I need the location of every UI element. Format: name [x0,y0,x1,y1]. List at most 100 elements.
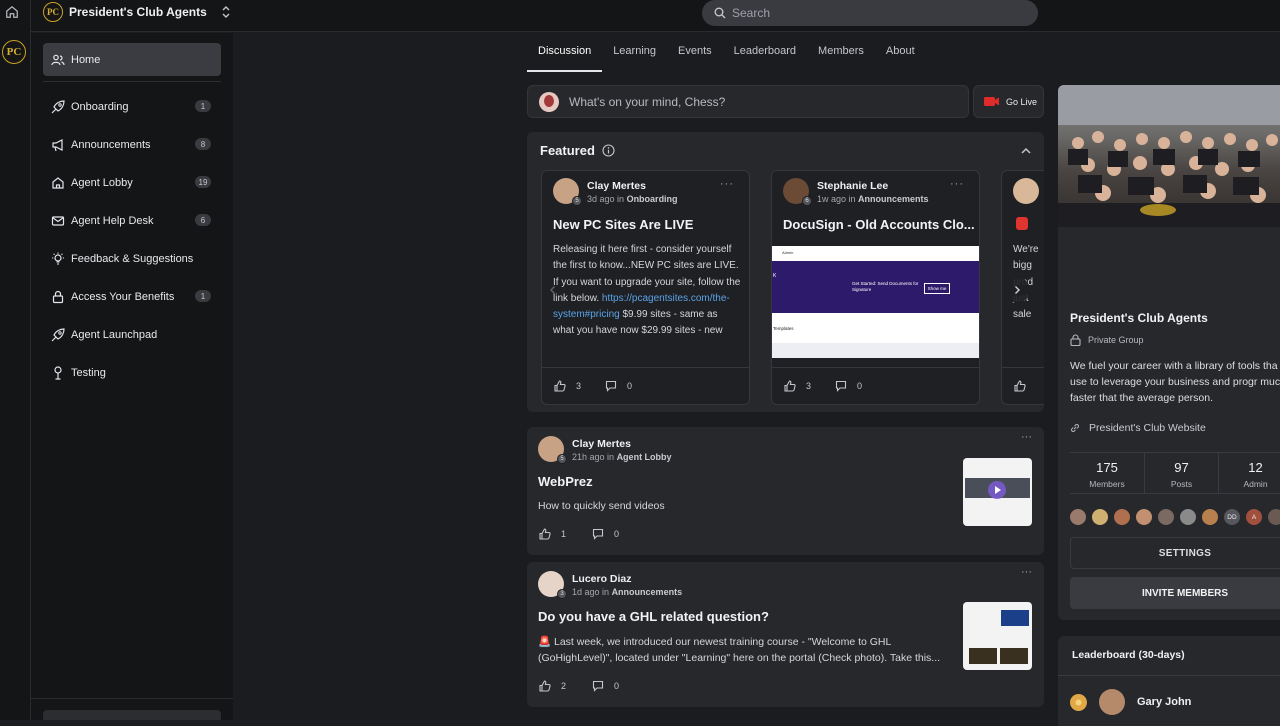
avatar[interactable] [1202,509,1218,525]
tab-learning[interactable]: Learning [602,40,667,72]
avatar[interactable] [1136,509,1152,525]
comment-icon[interactable] [835,380,847,392]
thumbs-up-icon[interactable] [554,380,566,392]
thumbs-up-icon[interactable] [784,380,796,392]
avatar[interactable]: 5 [553,178,582,206]
tab-events[interactable]: Events [667,40,723,72]
comment-icon[interactable] [592,528,604,540]
avatar [539,91,559,112]
post-actions: 3 0 [772,367,979,404]
composer-placeholder: What's on your mind, Chess? [569,94,726,109]
avatar[interactable]: DD [1224,509,1240,525]
more-options-icon[interactable]: ··· [1021,566,1032,578]
avatar[interactable] [1070,509,1086,525]
post-thumbnail[interactable] [963,602,1032,670]
community-logo[interactable]: PC [2,40,26,64]
author-name[interactable]: Clay Mertes [572,438,672,450]
chevron-right-icon [1015,286,1020,294]
comment-icon[interactable] [605,380,617,392]
post-title[interactable]: WebPrez [538,474,593,489]
leaderboard-title[interactable]: Leaderboard (30-days) [1072,649,1185,661]
sidebar-item-agent-help-desk[interactable]: Agent Help Desk 6 [43,204,221,237]
avatar[interactable] [1013,178,1039,204]
post-title[interactable]: Do you have a GHL related question? [538,609,769,624]
featured-card[interactable]: 5 Clay Mertes 3d ago in Onboarding ··· N… [541,170,750,405]
post-image[interactable]: Admin K Get Started: Send Documents for … [772,246,979,358]
sidebar-item-home[interactable]: Home [43,43,221,76]
post-title[interactable]: DocuSign - Old Accounts Clo... [783,217,975,232]
go-live-button[interactable]: Go Live [973,85,1044,118]
sidebar-item-agent-launchpad[interactable]: Agent Launchpad [43,318,221,351]
post-space[interactable]: Announcements [612,587,683,597]
more-options-icon[interactable]: ··· [720,178,734,190]
thumbs-up-icon[interactable] [539,680,551,692]
feed-post[interactable]: 3 Lucero Diaz 1d ago in Announcements ··… [527,562,1044,707]
stat-posts[interactable]: 97 Posts [1144,453,1218,493]
more-options-icon[interactable]: ··· [950,178,964,190]
post-composer[interactable]: What's on your mind, Chess? [527,85,969,118]
group-description: We fuel your career with a library of to… [1070,360,1280,404]
group-website-link[interactable]: President's Club Website [1070,422,1206,434]
image-row [772,343,979,358]
avatar[interactable] [1158,509,1174,525]
carousel-next-button[interactable] [1004,277,1030,303]
leader-name[interactable]: Gary John [1137,696,1191,708]
info-icon[interactable] [602,144,615,157]
more-options-icon[interactable]: ··· [1021,431,1032,443]
thumbs-up-icon[interactable] [539,528,551,540]
unread-badge: 1 [195,290,211,302]
post-meta: 1w ago in Announcements [817,194,929,204]
author-name[interactable]: Lucero Diaz [572,573,682,585]
tab-discussion[interactable]: Discussion [527,40,603,72]
sidebar-item-label: Testing [71,366,106,379]
tab-members[interactable]: Members [807,40,875,72]
search-bar[interactable] [702,0,1038,26]
search-input[interactable] [732,6,1012,20]
feed-post[interactable]: 5 Clay Mertes 21h ago in Agent Lobby ···… [527,427,1044,555]
search-icon [714,7,726,19]
stat-admin[interactable]: 12 Admin [1218,453,1280,493]
author-name[interactable]: Stephanie Lee [817,180,929,192]
avatar[interactable] [1092,509,1108,525]
sidebar-item-announcements[interactable]: Announcements 8 [43,128,221,161]
post-space[interactable]: Agent Lobby [617,452,672,462]
avatar[interactable] [1099,689,1125,715]
post-author: 5 Clay Mertes 21h ago in Agent Lobby [538,436,672,464]
invite-members-button[interactable]: INVITE MEMBERS [1070,577,1280,609]
sidebar-item-feedback[interactable]: Feedback & Suggestions [43,242,221,275]
sidebar-item-onboarding[interactable]: Onboarding 1 [43,90,221,123]
leaderboard-row[interactable]: Gary John [1070,689,1191,715]
sidebar-footer-button[interactable] [43,710,221,720]
avatar[interactable]: 5 [538,436,567,464]
avatar[interactable] [1114,509,1130,525]
thumbs-up-icon[interactable] [1014,380,1026,392]
post-title[interactable]: New PC Sites Are LIVE [553,217,693,232]
avatar[interactable]: A [1246,509,1262,525]
settings-button[interactable]: SETTINGS [1070,537,1280,569]
avatar[interactable] [1268,509,1280,525]
image-button: Show me [924,283,950,294]
tab-about[interactable]: About [875,40,926,72]
sidebar-item-access-benefits[interactable]: Access Your Benefits 1 [43,280,221,313]
website-label[interactable]: President's Club Website [1089,422,1206,434]
featured-card[interactable]: 6 Stephanie Lee 1w ago in Announcements … [771,170,980,405]
top-bar: PC President's Club Agents [31,0,1280,32]
comment-icon[interactable] [592,680,604,692]
video-thumbnail[interactable] [963,458,1032,526]
sidebar-item-testing[interactable]: Testing [43,356,221,389]
sidebar-item-agent-lobby[interactable]: Agent Lobby 19 [43,166,221,199]
stat-label: Members [1089,479,1125,489]
post-space[interactable]: Onboarding [627,194,678,204]
post-actions [1002,367,1044,404]
tab-leaderboard[interactable]: Leaderboard [723,40,807,72]
avatar[interactable]: 3 [538,571,567,599]
avatar[interactable] [1180,509,1196,525]
post-space[interactable]: Announcements [858,194,929,204]
community-switcher[interactable]: PC President's Club Agents [43,2,231,22]
author-name[interactable]: Clay Mertes [587,180,678,192]
collapse-chevron-icon[interactable] [1020,145,1032,157]
home-icon[interactable] [5,5,19,19]
carousel-prev-button[interactable] [540,277,566,303]
avatar[interactable]: 6 [783,178,812,206]
stat-members[interactable]: 175 Members [1070,453,1144,493]
